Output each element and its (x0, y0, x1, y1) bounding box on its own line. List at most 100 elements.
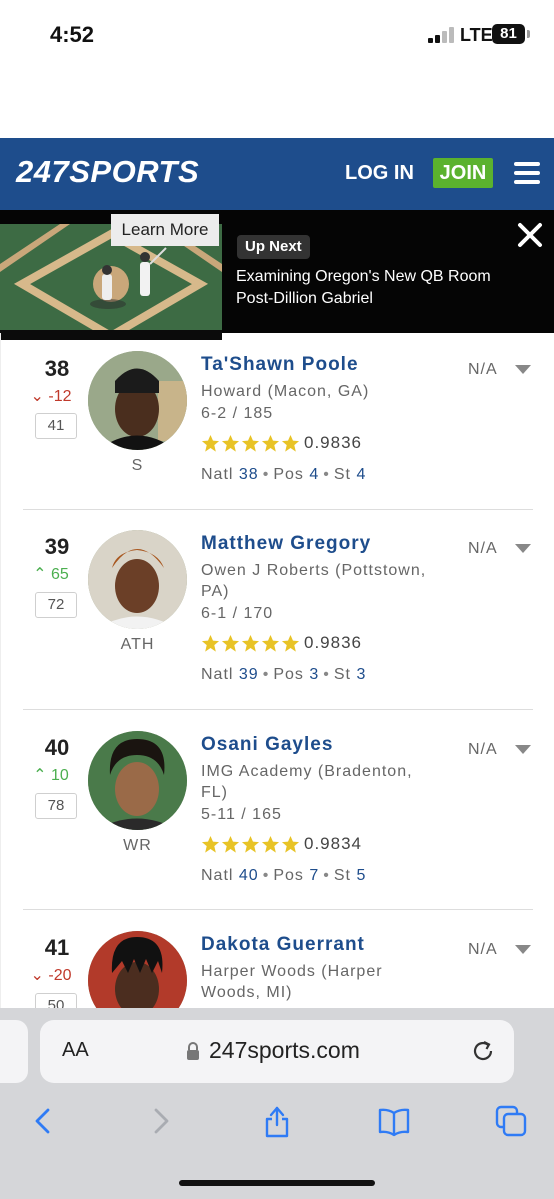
lock-icon (186, 1042, 200, 1060)
address-bar[interactable]: AA 247sports.com (40, 1020, 514, 1083)
chevron-down-icon[interactable] (515, 945, 531, 954)
close-icon[interactable] (515, 220, 545, 250)
status-time: 4:52 (50, 22, 95, 47)
player-photo[interactable] (88, 731, 187, 830)
star-icon (241, 634, 260, 652)
player-photo[interactable] (88, 530, 187, 629)
rank-number: 40 (44, 735, 70, 760)
player-name[interactable]: Ta'Shawn Poole (201, 354, 359, 376)
star-icon (221, 835, 240, 853)
player-school: Harper Woods (Harper Woods, MI) (201, 963, 383, 1001)
star-rating: 0.9836 (201, 433, 362, 455)
natl-rank[interactable]: 40 (239, 867, 259, 884)
player-rating: 0.9834 (304, 834, 362, 853)
list-item[interactable]: 41 ⌄ -20 50 Dakota Guerrant Harper Woods… (1, 910, 554, 1008)
pos-label: Pos (273, 666, 304, 683)
player-ranks: Natl 38 • Pos 4 • St 4 (201, 466, 367, 483)
st-rank[interactable]: 4 (356, 466, 366, 483)
url-text[interactable]: 247sports.com (209, 1037, 360, 1064)
chevron-down-icon: ⌄ (30, 388, 44, 405)
rank-number: 41 (44, 935, 70, 960)
chevron-down-icon[interactable] (515, 544, 531, 553)
pos-rank[interactable]: 4 (309, 466, 319, 483)
up-next-badge: Up Next (237, 235, 310, 259)
star-icon (261, 835, 280, 853)
back-icon[interactable] (28, 1104, 62, 1138)
chevron-down-icon: ⌄ (30, 967, 44, 984)
star-icon (281, 634, 300, 652)
player-photo[interactable] (88, 351, 187, 450)
rank-number: 39 (44, 534, 70, 559)
natl-label: Natl (201, 867, 234, 884)
rank-change: ⌃ 10 (23, 765, 79, 785)
chevron-down-icon[interactable] (515, 745, 531, 754)
player-ranks: Natl 39 • Pos 3 • St 3 (201, 666, 367, 683)
pos-label: Pos (273, 466, 304, 483)
star-rating: 0.9834 (201, 834, 362, 856)
join-button[interactable]: JOIN (433, 158, 493, 188)
rank-change: ⌃ 65 (23, 564, 79, 584)
previous-rank: 41 (35, 413, 77, 439)
commit-status: N/A (468, 361, 498, 378)
site-logo[interactable]: 247SPORTS (16, 154, 199, 190)
star-icon (281, 835, 300, 853)
natl-rank[interactable]: 39 (239, 666, 259, 683)
player-position: ATH (120, 636, 155, 653)
rank-change: ⌄ -20 (23, 965, 79, 985)
star-icon (221, 434, 240, 452)
chevron-up-icon: ⌃ (33, 566, 47, 583)
player-rating: 0.9836 (304, 633, 362, 652)
list-item[interactable]: 39 ⌃ 65 72 ATH Matthew Gregory Owen J Ro… (1, 510, 554, 710)
player-name[interactable]: Osani Gayles (201, 734, 333, 756)
player-position: WR (123, 837, 152, 854)
pos-rank[interactable]: 3 (309, 666, 319, 683)
chevron-down-icon[interactable] (515, 365, 531, 374)
natl-rank[interactable]: 38 (239, 466, 259, 483)
network-type: LTE (460, 25, 493, 45)
player-name[interactable]: Dakota Guerrant (201, 934, 365, 956)
rank-change: ⌄ -12 (23, 386, 79, 406)
star-icon (221, 634, 240, 652)
forward-icon[interactable] (144, 1104, 178, 1138)
commit-status: N/A (468, 941, 498, 958)
star-icon (261, 634, 280, 652)
player-school: IMG Academy (Bradenton, FL) (201, 763, 413, 801)
previous-rank: 50 (35, 993, 77, 1008)
rank-change-value: -20 (48, 967, 72, 984)
star-icon (201, 434, 220, 452)
reader-options-button[interactable]: AA (62, 1039, 89, 1062)
learn-more-button[interactable]: Learn More (111, 214, 219, 246)
tabs-icon[interactable] (494, 1104, 528, 1138)
browser-bottom-bar: AA 247sports.com (0, 1008, 554, 1199)
list-item[interactable]: 40 ⌃ 10 78 WR Osani Gayles IMG Academy (… (1, 710, 554, 910)
promo-title[interactable]: Examining Oregon's New QB Room Post-Dill… (236, 266, 506, 310)
pos-label: Pos (273, 867, 304, 884)
chevron-up-icon: ⌃ (33, 767, 47, 784)
st-label: St (333, 867, 351, 884)
player-photo[interactable] (88, 931, 187, 1008)
site-header: 247SPORTS LOG IN JOIN (0, 138, 554, 210)
battery-tip (527, 30, 530, 38)
video-promo: Learn More Up Next Examining Oregon's Ne… (0, 210, 554, 340)
reload-icon[interactable] (470, 1038, 496, 1064)
login-link[interactable]: LOG IN (345, 162, 414, 185)
rank-change-value: 65 (51, 566, 69, 583)
player-size: 6-2 / 185 (201, 405, 274, 422)
list-item[interactable]: 38 ⌄ -12 41 S Ta'Shawn Poole Howard (Mac… (1, 333, 554, 533)
previous-tab-peek[interactable] (0, 1020, 28, 1083)
previous-rank: 72 (35, 592, 77, 618)
commit-status: N/A (468, 741, 498, 758)
star-icon (241, 434, 260, 452)
bookmarks-icon[interactable] (377, 1104, 411, 1138)
player-school: Howard (Macon, GA) (201, 383, 370, 400)
menu-icon[interactable] (514, 162, 540, 184)
share-icon[interactable] (260, 1104, 294, 1138)
star-icon (201, 835, 220, 853)
star-icon (201, 634, 220, 652)
player-name[interactable]: Matthew Gregory (201, 533, 371, 555)
pos-rank[interactable]: 7 (309, 867, 319, 884)
player-rating: 0.9836 (304, 433, 362, 452)
st-rank[interactable]: 5 (356, 867, 366, 884)
previous-rank: 78 (35, 793, 77, 819)
st-rank[interactable]: 3 (356, 666, 366, 683)
